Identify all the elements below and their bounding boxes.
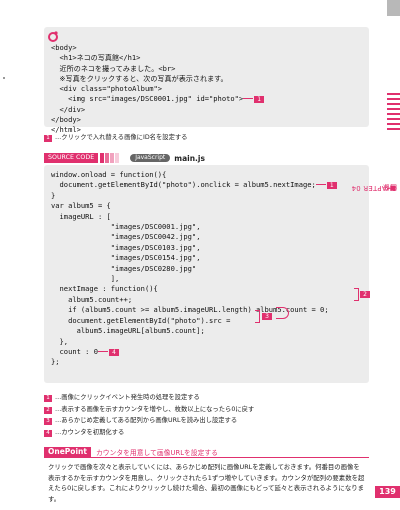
marker-1: 1 [254,96,265,104]
code-line: <h1>ネコの写真館</h1> [51,53,141,63]
note-text: …画像にクリックイベント発生時の処理を設定する [55,394,200,401]
marker-4: 4 [108,348,119,356]
note-number: 3 [44,418,52,426]
code-line: ※写真をクリックすると、次の写真が表示されます。 [51,73,228,83]
code-line: "images/DSC0042.jpg", [51,232,201,242]
listing1-note: 1 …クリックで入れ替える画像にID名を設定する [44,132,187,142]
note-number: 2 [44,406,52,414]
marker-1: 1 [326,182,337,190]
code-line: nextImage : function(){ [51,284,158,294]
code-line: <div class="photoAlbum"> [51,84,163,94]
language-badge: JavaScript [130,154,171,162]
chapter-stripes [387,93,400,133]
note-number: 4 [44,429,52,437]
note-text: …カウンタを初期化する [55,428,125,436]
source-code-header: SOURCE CODE JavaScript main.js [44,153,205,163]
html-code-listing: <body> <h1>ネコの写真館</h1> 近所のネコを撮ってみました。<br… [51,43,265,136]
code-line: }; [51,357,60,367]
note-text: …表示する画像を示すカウンタを増やし、枚数以上になったら0に戻す [55,405,255,413]
code-line: album5.count++; [51,294,133,304]
swirl-icon [48,31,58,42]
code-line: document.getElementById("photo").onclick… [51,180,316,190]
marker-2: 2 [360,291,370,298]
onepoint-box: OnePoint カウンタを用意して画像URLを設定する クリックで画像を次々と… [44,447,369,507]
code-line: document.getElementById("photo").src = [51,315,231,325]
decorative-bars [100,153,120,163]
list-item: 4 …カウンタを初期化する [44,427,254,439]
file-name: main.js [174,153,205,163]
marker-leader [97,350,108,352]
marker-arrow [276,307,289,319]
chapter-label: CHAPTER 04 ■ 画像 [351,183,397,193]
code-line: </body> [51,115,81,125]
code-line: "images/DSC0103.jpg", [51,242,201,252]
code-line: ], [51,274,120,284]
page-number: 139 [375,486,400,498]
code-line: 近所のネコを撮ってみました。<br> [51,63,176,73]
marker-bracket [354,288,359,301]
code-line: <body> [51,43,77,52]
code-line: "images/DSC0154.jpg", [51,253,201,263]
code-line: } [51,190,56,200]
js-code-listing: window.onload = function(){ document.get… [51,170,337,368]
note-number: 1 [44,395,52,402]
marker-leader [315,184,326,186]
code-line: var album5 = { [51,201,111,211]
section-name: 画像 [382,183,397,192]
note-text: …あらかじめ定義してある配列から画像URLを読み出し設定する [55,417,238,425]
note-text: …クリックで入れ替える画像にID名を設定する [55,134,188,141]
code-line: count : 0 [51,346,98,356]
marker-leader [243,98,254,100]
marker-bracket [255,310,260,323]
code-line: </div> [51,104,86,114]
code-line: }, [51,336,69,346]
list-item: 1 …画像にクリックイベント発生時の処理を設定する [44,392,254,404]
margin-mark [3,77,5,79]
code-line: imageURL : [ [51,211,111,221]
marker-3: 3 [262,313,272,320]
list-item: 3 …あらかじめ定義してある配列から画像URLを読み出し設定する [44,415,254,427]
list-item: 2 …表示する画像を示すカウンタを増やし、枚数以上になったら0に戻す [44,404,254,416]
onepoint-label: OnePoint [44,447,91,457]
listing2-notes: 1 …画像にクリックイベント発生時の処理を設定する 2 …表示する画像を示すカウンタ… [44,392,254,438]
code-line: "images/DSC0001.jpg", [51,222,201,232]
note-number: 1 [44,135,52,142]
onepoint-header: OnePoint カウンタを用意して画像URLを設定する [44,447,369,457]
onepoint-body: クリックで画像を次々と表示していくには、あらかじめ配列に画像URLを定義しておき… [48,463,365,503]
source-code-label: SOURCE CODE [44,153,99,163]
code-line: "images/DSC0280.jpg" [51,263,197,273]
corner-tab [387,0,400,16]
code-line: <img src="images/DSC0001.jpg" id="photo"… [51,94,244,104]
code-line: window.onload = function(){ [51,170,167,179]
code-line: album5.imageURL[album5.count]; [51,326,205,336]
onepoint-title: カウンタを用意して画像URLを設定する [95,449,218,457]
